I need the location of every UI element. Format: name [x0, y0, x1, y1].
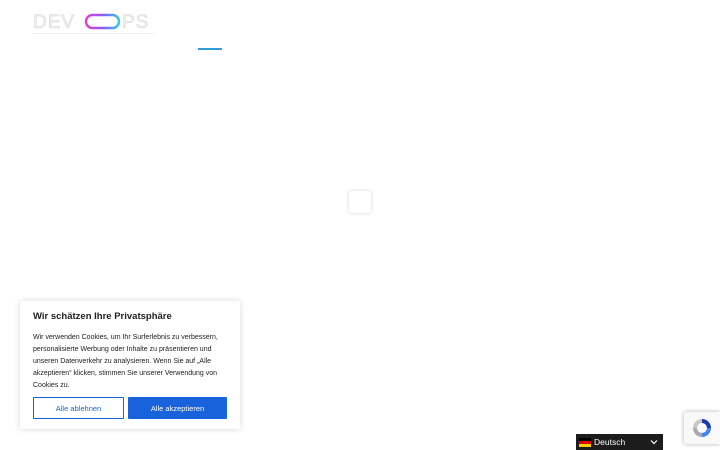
nav-active-indicator	[198, 48, 222, 50]
page: DEV PS Wir schätzen Ihre Privatsphäre Wi…	[0, 0, 720, 450]
recaptcha-badge[interactable]	[684, 412, 720, 444]
site-logo[interactable]: DEV PS	[33, 12, 155, 36]
recaptcha-icon	[693, 419, 711, 437]
cookie-consent-banner: Wir schätzen Ihre Privatsphäre Wir verwe…	[20, 301, 240, 429]
cookie-buttons: Alle ablehnen Alle akzeptieren	[33, 397, 227, 419]
accept-all-button[interactable]: Alle akzeptieren	[128, 397, 227, 419]
logo-text-right: PS	[122, 12, 149, 33]
page-loader	[349, 191, 371, 213]
devops-logo-icon: DEV PS	[33, 12, 155, 34]
language-switcher[interactable]: Deutsch	[576, 434, 663, 450]
reject-all-button[interactable]: Alle ablehnen	[33, 397, 124, 419]
language-selected: Deutsch	[594, 437, 626, 447]
cookie-description: Wir verwenden Cookies, um Ihr Surferlebn…	[33, 334, 218, 389]
chevron-down-icon	[650, 440, 658, 445]
logo-text-left: DEV	[33, 12, 75, 33]
cookie-title: Wir schätzen Ihre Privatsphäre	[33, 311, 172, 322]
germany-flag-icon	[579, 437, 591, 447]
